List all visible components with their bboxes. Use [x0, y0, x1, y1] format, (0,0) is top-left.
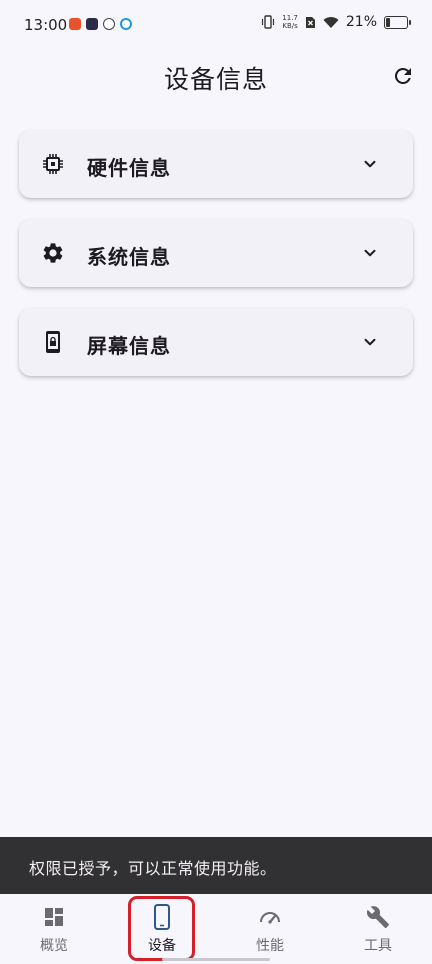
screen-info-card[interactable]: 屏幕信息 [19, 308, 413, 376]
net-speed: 11.7 KB/s [282, 14, 298, 30]
nav-item-performance[interactable]: 性能 [216, 894, 324, 964]
card-label: 屏幕信息 [87, 334, 171, 358]
battery-percent: 21% [345, 14, 377, 30]
home-indicator [162, 958, 270, 961]
notification-icons [69, 18, 132, 30]
hardware-info-card[interactable]: 硬件信息 [19, 130, 413, 198]
vibrate-icon [262, 15, 275, 29]
chevron-down-icon[interactable] [361, 155, 379, 173]
notification-app-icon [69, 18, 81, 30]
card-label: 系统信息 [87, 245, 171, 269]
refresh-icon[interactable] [391, 64, 415, 88]
chip-icon [43, 154, 63, 174]
notification-app-icon [120, 18, 132, 30]
nav-item-tools[interactable]: 工具 [324, 894, 432, 964]
net-speed-value: 11.7 [282, 14, 298, 22]
nav-label: 概览 [40, 938, 68, 954]
phone-lock-icon [46, 331, 60, 353]
status-indicators: 11.7 KB/s 21% [261, 14, 411, 30]
app-bar: 设备信息 [0, 50, 432, 104]
nav-label: 性能 [256, 938, 284, 954]
status-time: 13:00 [24, 16, 68, 34]
phone-icon [154, 904, 170, 930]
status-bar: 13:00 11.7 KB/s 21% [0, 0, 432, 50]
wifi-icon [323, 16, 339, 28]
net-speed-unit: KB/s [282, 22, 298, 30]
chevron-down-icon[interactable] [361, 244, 379, 262]
chevron-down-icon[interactable] [361, 333, 379, 351]
gear-icon [43, 243, 63, 263]
wrench-icon [366, 906, 389, 928]
dashboard-icon [45, 908, 63, 926]
battery-icon [384, 15, 411, 29]
snackbar-message: 权限已授予，可以正常使用功能。 [29, 859, 277, 878]
snackbar: 权限已授予，可以正常使用功能。 [0, 837, 432, 894]
nav-label: 设备 [148, 938, 176, 954]
system-info-card[interactable]: 系统信息 [19, 219, 413, 287]
nav-label: 工具 [364, 938, 392, 954]
nav-item-overview[interactable]: 概览 [0, 894, 108, 964]
card-label: 硬件信息 [87, 156, 171, 180]
nav-item-device[interactable]: 设备 [108, 894, 216, 964]
no-sim-icon [305, 16, 315, 28]
notification-app-icon [103, 18, 115, 30]
notification-app-icon [86, 18, 98, 30]
bottom-navigation: 概览 设备 性能 工具 [0, 894, 432, 964]
page-title: 设备信息 [163, 65, 268, 94]
speedometer-icon [260, 912, 280, 924]
